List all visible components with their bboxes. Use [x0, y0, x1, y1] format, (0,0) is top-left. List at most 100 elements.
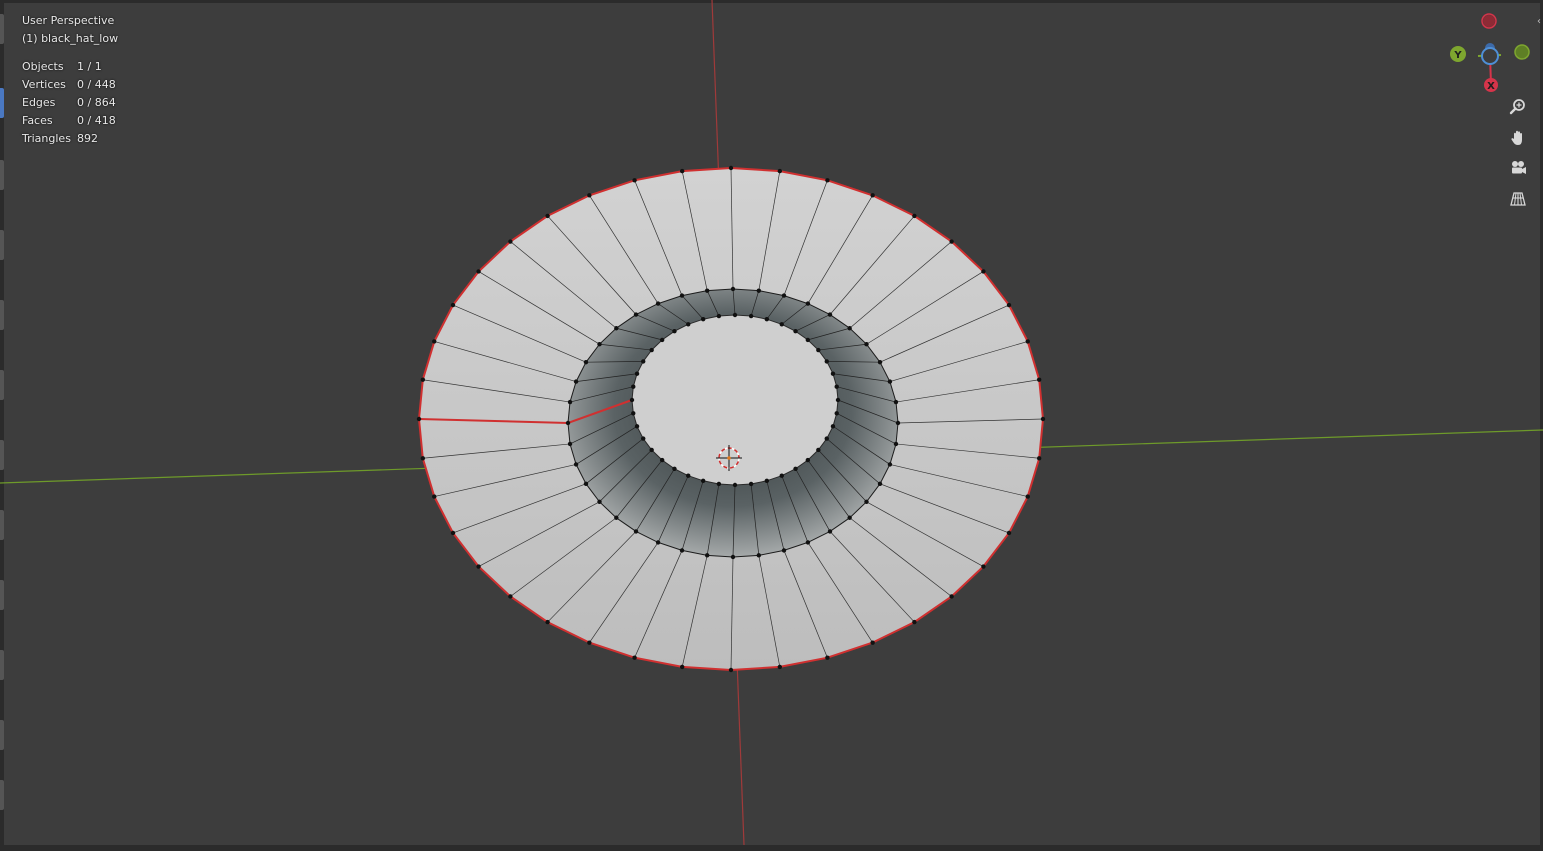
camera-icon[interactable]: [1507, 157, 1529, 179]
mesh-vertex: [655, 540, 661, 545]
mesh-vertex: [756, 288, 762, 293]
mesh-vertex: [659, 337, 665, 343]
mesh-vertex: [764, 478, 770, 484]
mesh-vertex: [887, 462, 893, 467]
viewport-overlay-stats: User Perspective (1) black_hat_low Objec…: [22, 12, 118, 148]
stat-triangles: Triangles 892: [22, 132, 98, 145]
mesh-vertex: [679, 293, 685, 298]
mesh-vertex: [614, 326, 619, 331]
zoom-icon[interactable]: [1507, 96, 1529, 118]
mesh-vertex: [567, 399, 573, 405]
mesh-vertex: [686, 473, 691, 478]
stat-vertices: Vertices 0 / 448: [22, 78, 116, 91]
mesh-vertex: [679, 664, 685, 670]
mesh-vertex: [450, 302, 456, 308]
mesh-vertex: [816, 447, 821, 453]
mesh-vertex: [686, 322, 691, 327]
mesh-vertex: [716, 313, 722, 319]
gizmo-z-dot[interactable]: [1481, 47, 1499, 65]
mesh-vertex: [777, 664, 783, 670]
mesh-vertex: [748, 313, 754, 319]
gizmo-neg-x-fill: [1483, 15, 1495, 27]
mesh-vertex: [641, 359, 646, 364]
mesh-vertex: [732, 312, 738, 318]
mesh-vertex: [864, 342, 869, 347]
mesh-vertex: [893, 399, 899, 405]
gizmo-x-label: X: [1487, 81, 1495, 92]
mesh-vertex: [728, 165, 734, 171]
mesh-vertex: [420, 456, 426, 461]
mesh-vertex: [631, 411, 636, 416]
mesh-vertex: [1036, 377, 1042, 382]
gizmo-y-label: Y: [1453, 50, 1462, 61]
mesh-vertex: [748, 481, 754, 487]
mesh-vertex: [805, 301, 811, 306]
mesh-vertex: [912, 213, 917, 219]
mesh-vertex: [877, 359, 883, 365]
mesh-vertex: [779, 322, 784, 327]
mesh-vertex: [895, 420, 901, 426]
mesh-vertex: [834, 411, 839, 416]
mesh-vertex: [679, 168, 685, 174]
mesh-vertex: [416, 416, 422, 422]
mesh-vertex: [597, 499, 602, 504]
mesh-vertex: [912, 619, 917, 625]
mesh-vertex: [781, 548, 787, 553]
mesh-vertex: [830, 424, 836, 429]
stat-edges: Edges 0 / 864: [22, 96, 116, 109]
navigation-gizmo[interactable]: Y X: [1443, 0, 1543, 100]
mesh-vertex: [655, 301, 661, 306]
view-name: User Perspective: [22, 14, 115, 27]
mesh-vertex: [573, 379, 579, 384]
mesh-vertex: [1006, 302, 1012, 308]
mesh-vertex: [835, 397, 841, 403]
mesh-vertex: [631, 384, 636, 389]
mesh-vertex: [1036, 456, 1042, 461]
mesh-vertex: [632, 178, 637, 183]
mesh-vertex: [597, 342, 602, 347]
mesh-scene[interactable]: [0, 0, 1543, 851]
pan-hand-icon[interactable]: [1507, 127, 1529, 149]
mesh-vertex: [824, 359, 829, 364]
mesh-vertex: [877, 481, 883, 487]
mesh-vertex: [870, 193, 875, 198]
mesh-vertex: [716, 481, 722, 487]
mesh-vertex: [700, 316, 706, 322]
mesh-vertex: [649, 447, 654, 453]
sidebar-collapse-arrow-icon[interactable]: ‹: [1537, 16, 1541, 27]
mesh-vertex: [634, 371, 640, 376]
perspective-grid-icon[interactable]: [1507, 188, 1529, 210]
mesh-vertex: [793, 329, 798, 334]
mesh-vertex: [825, 655, 830, 660]
mesh-vertex: [827, 529, 833, 534]
gizmo-neg-y-dot[interactable]: [1514, 44, 1530, 60]
mesh-vertex: [432, 494, 437, 499]
mesh-vertex: [1040, 416, 1046, 422]
mesh-vertex: [633, 312, 639, 317]
mesh-vertex: [634, 424, 640, 429]
mesh-vertex: [827, 312, 833, 317]
mesh-vertex: [565, 420, 571, 426]
mesh-vertex: [704, 288, 710, 293]
mesh-vertex: [659, 457, 665, 463]
mesh-vertex: [847, 515, 852, 520]
mesh-vertex: [732, 482, 738, 488]
mesh-vertex: [730, 286, 736, 292]
mesh-vertex: [805, 337, 811, 343]
mesh-vertex: [887, 379, 893, 384]
3d-viewport[interactable]: User Perspective (1) black_hat_low Objec…: [0, 0, 1543, 851]
mesh-vertex: [825, 178, 830, 183]
mesh-vertex: [476, 269, 481, 274]
mesh-vertex: [545, 213, 550, 219]
mesh-vertex: [805, 540, 811, 545]
mesh-vertex: [545, 619, 550, 625]
mesh-vertex: [730, 554, 736, 560]
mesh-vertex: [450, 530, 456, 536]
mesh-vertex: [614, 515, 619, 520]
mesh-vertex: [672, 466, 677, 471]
mesh-vertex: [816, 347, 821, 353]
mesh-vertex: [587, 640, 592, 645]
mesh-vertex: [420, 377, 426, 382]
mesh-vertex: [1006, 530, 1012, 536]
mesh-vertex: [587, 193, 592, 198]
